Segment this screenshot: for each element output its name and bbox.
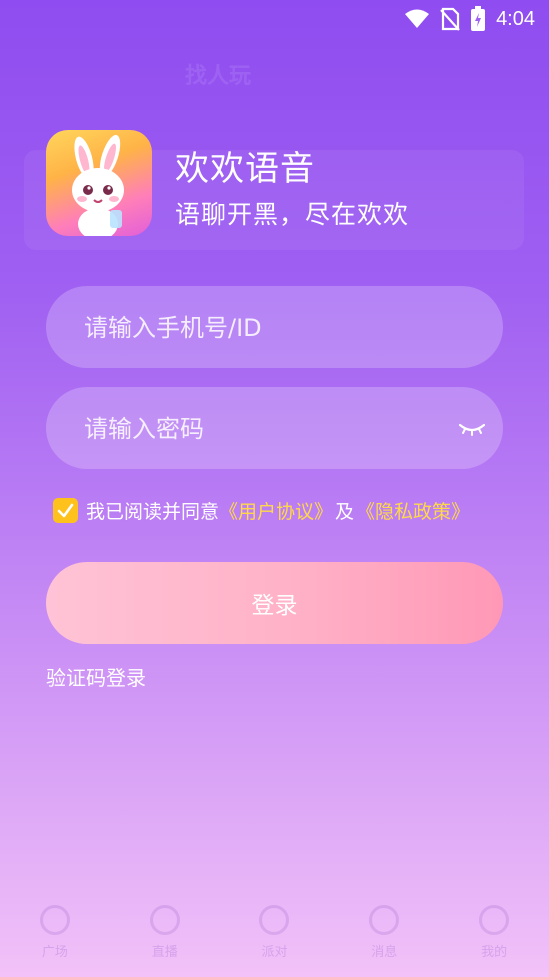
background-nav-item: 我的 <box>439 905 549 977</box>
password-input-container <box>46 387 503 471</box>
agreement-text: 我已阅读并同意 <box>86 501 220 523</box>
app-logo <box>46 130 152 236</box>
sms-code-login-link[interactable]: 验证码登录 <box>46 662 146 691</box>
status-time: 4:04 <box>496 7 535 30</box>
background-nav-item: 广场 <box>0 905 110 977</box>
eye-closed-icon[interactable] <box>457 413 487 443</box>
background-app-title: 找人玩 <box>185 64 252 89</box>
checkmark-icon <box>57 503 74 518</box>
phone-id-input[interactable] <box>82 286 466 370</box>
background-nav-item: 派对 <box>220 905 330 977</box>
wifi-icon <box>405 9 430 28</box>
background-bottom-nav: 广场 直播 派对 消息 我的 <box>0 905 549 977</box>
agreement-row: 我已阅读并同意 《用户协议》 及 《隐私政策》 <box>53 497 470 524</box>
status-icons: 4:04 <box>404 6 535 32</box>
agreement-checkbox[interactable] <box>53 498 78 523</box>
login-button[interactable]: 登录 <box>46 562 503 644</box>
status-bar: 4:04 <box>0 0 549 38</box>
message-icon <box>369 905 400 935</box>
profile-icon <box>479 905 510 935</box>
background-nav-item: 直播 <box>110 905 220 977</box>
live-icon <box>149 905 180 935</box>
privacy-policy-link[interactable]: 《隐私政策》 <box>356 497 470 524</box>
bunny-mascot-icon <box>72 134 124 236</box>
battery-charging-icon <box>471 6 486 31</box>
agreement-and-text: 及 <box>335 501 355 523</box>
phone-input-container <box>46 286 503 370</box>
background-nav-label: 广场 <box>41 945 68 960</box>
user-agreement-link[interactable]: 《用户协议》 <box>219 497 333 524</box>
password-input[interactable] <box>82 387 466 471</box>
background-nav-label: 我的 <box>481 945 508 960</box>
background-nav-label: 直播 <box>151 945 178 960</box>
party-icon <box>259 905 290 935</box>
app-name: 欢欢语音 <box>175 149 315 189</box>
background-nav-item: 消息 <box>329 905 439 977</box>
background-nav-label: 消息 <box>371 945 398 960</box>
no-sim-icon <box>440 7 460 31</box>
square-icon <box>39 905 70 935</box>
background-nav-label: 派对 <box>261 945 288 960</box>
app-slogan: 语聊开黑，尽在欢欢 <box>175 200 410 229</box>
